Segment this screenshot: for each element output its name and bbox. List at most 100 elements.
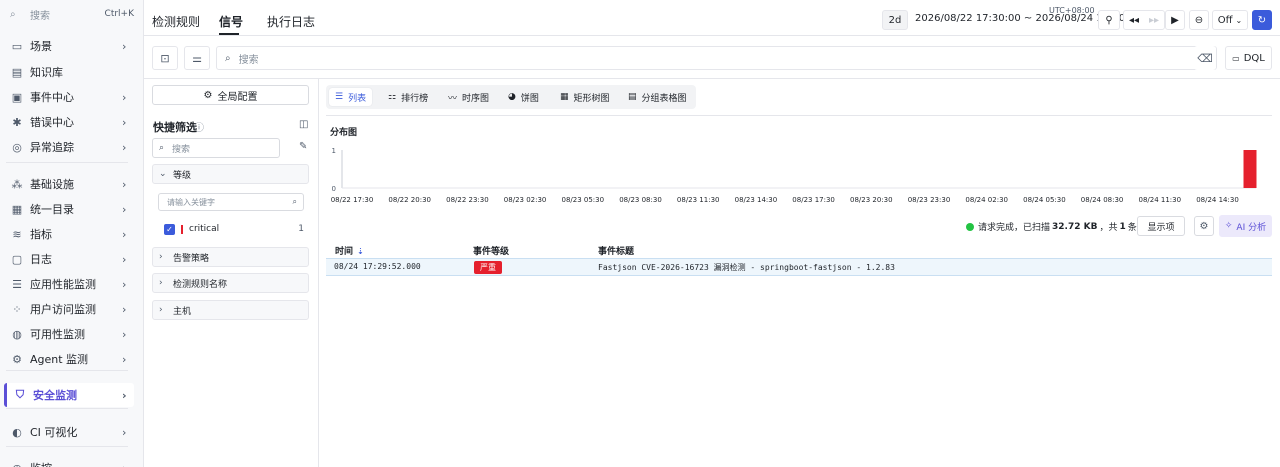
global-config-button[interactable]: ⚙ 全局配置 xyxy=(152,85,309,105)
step-back-icon[interactable]: ◂◂ xyxy=(1129,15,1139,26)
tab-signals[interactable]: 信号 xyxy=(219,13,243,30)
keyword-input[interactable]: 请输入关键字 ⌕ xyxy=(158,193,304,211)
table-row[interactable]: 08/24 17:29:52.000 严重 Fastjson CVE-2026-… xyxy=(326,258,1272,276)
sidebar-item-trace[interactable]: ◎ 异常追踪 › xyxy=(4,135,134,159)
refresh-icon[interactable]: ↻ xyxy=(1252,10,1272,30)
view-tab-list[interactable]: ☰ 列表 xyxy=(329,88,373,106)
refresh-mode-select[interactable]: Off ⌄ xyxy=(1212,10,1248,30)
dql-button[interactable]: ▭ DQL xyxy=(1225,46,1272,70)
sidebar-item-log[interactable]: ▢ 日志 › xyxy=(4,247,134,271)
column-header-time-label: 时间 xyxy=(335,247,354,257)
facet-host[interactable]: › 主机 xyxy=(152,300,309,320)
facet-level[interactable]: ⌄ 等级 xyxy=(152,164,309,184)
sort-desc-icon[interactable]: ⇣ xyxy=(357,247,364,256)
x-tick-label: 08/23 23:30 xyxy=(908,196,951,204)
collapse-panel-icon[interactable]: ◫ xyxy=(299,119,308,130)
sidebar-item-agent[interactable]: ⚙ Agent 监测 › xyxy=(4,347,134,371)
quick-range-button[interactable]: 2d xyxy=(882,10,908,30)
quick-filter-search[interactable]: ⌕ 搜索 xyxy=(152,138,280,158)
clear-filter-icon[interactable]: ⌫ xyxy=(1194,46,1216,70)
ai-analysis-button[interactable]: ✧ AI 分析 xyxy=(1219,215,1272,237)
chevron-right-icon: › xyxy=(122,425,127,439)
sidebar-item-label: 场景 xyxy=(30,40,52,53)
facet-rule-name[interactable]: › 检测规则名称 xyxy=(152,273,309,293)
column-header-level[interactable]: 事件等级 xyxy=(473,244,509,257)
sidebar-item-apm[interactable]: ☰ 应用性能监测 › xyxy=(4,272,134,296)
edit-icon[interactable]: ✎ xyxy=(299,141,307,152)
sidebar-item-rum[interactable]: ⁘ 用户访问监测 › xyxy=(4,297,134,321)
sidebar-item-event[interactable]: ▣ 事件中心 › xyxy=(4,85,134,109)
ci-icon: ◐ xyxy=(12,425,22,439)
chevron-right-icon: › xyxy=(159,252,163,262)
facet-alert-policy[interactable]: › 告警策略 xyxy=(152,247,309,267)
sidebar-item-label: 安全监测 xyxy=(33,389,77,402)
zoom-out-icon[interactable]: ⊖ xyxy=(1189,10,1209,30)
column-header-title[interactable]: 事件标题 xyxy=(598,244,634,257)
global-search[interactable]: ⌕ 搜索 Ctrl+K xyxy=(6,4,134,24)
sidebar-item-label: 监控 xyxy=(30,460,122,467)
sidebar-item-catalog[interactable]: ▦ 统一目录 › xyxy=(4,197,134,221)
search-icon: ⌕ xyxy=(159,143,165,153)
sidebar-item-monitor[interactable]: ◷ 监控› xyxy=(4,456,134,467)
view-tab-ranking[interactable]: ⚏ 排行榜 xyxy=(388,88,428,106)
view-tab-timeseries[interactable]: 〰时序图 xyxy=(448,88,489,106)
x-tick-label: 08/24 05:30 xyxy=(1023,196,1066,204)
severity-badge: 严重 xyxy=(474,261,502,274)
chevron-down-icon: ⌄ xyxy=(1235,15,1243,25)
view-tab-group-table-label: 分组表格图 xyxy=(641,93,687,104)
infra-icon: ⁂ xyxy=(11,177,23,191)
trace-icon: ◎ xyxy=(12,140,22,154)
sidebar-item-scene[interactable]: ▭ 场景 › xyxy=(4,34,134,58)
view-tab-pie-label: 饼图 xyxy=(520,93,539,104)
view-tab-treemap[interactable]: ▦ 矩形树图 xyxy=(560,88,610,106)
sidebar-item-infra[interactable]: ⁂ 基础设施 › xyxy=(4,172,134,196)
critical-color-marker xyxy=(181,224,183,234)
sidebar-item-book[interactable]: ▤ 知识库 xyxy=(4,60,134,84)
sidebar-item-label: 指标 xyxy=(30,228,52,241)
column-header-time[interactable]: 时间 ⇣ xyxy=(335,244,364,257)
global-search-label: 搜索 xyxy=(30,10,50,22)
sidebar-item-label: 应用性能监测 xyxy=(30,278,96,291)
chevron-right-icon: › xyxy=(122,327,127,341)
treemap-icon: ▦ xyxy=(560,92,569,102)
view-tab-timeseries-label: 时序图 xyxy=(462,93,490,104)
tab-execution-log[interactable]: 执行日志 xyxy=(267,13,315,30)
time-step-buttons[interactable]: ◂◂ ▸▸ xyxy=(1123,10,1165,30)
monitor-icon: ◷ xyxy=(10,462,24,467)
search-input[interactable]: ⌕ 搜索 ✧ xyxy=(216,46,1217,70)
x-tick-label: 08/22 17:30 xyxy=(331,196,374,204)
config-icon: ⚙ xyxy=(203,89,213,101)
book-icon: ▤ xyxy=(11,65,23,79)
critical-label: critical xyxy=(189,224,220,234)
sidebar-item-ci[interactable]: ◐ CI 可视化 › xyxy=(4,420,134,444)
apm-icon: ☰ xyxy=(12,277,22,291)
facet-option-critical[interactable]: ✓ critical 1 xyxy=(164,222,304,236)
tab-detection-rules[interactable]: 检测规则 xyxy=(152,13,200,30)
view-tab-group-table[interactable]: ▤ 分组表格图 xyxy=(628,88,687,106)
gear-icon[interactable]: ⚙ xyxy=(1194,216,1214,236)
step-forward-icon[interactable]: ▸▸ xyxy=(1149,15,1159,26)
chevron-right-icon: › xyxy=(122,115,127,129)
view-tab-list-label: 列表 xyxy=(348,93,367,104)
x-tick-label: 08/24 08:30 xyxy=(1081,196,1124,204)
divider xyxy=(144,78,1280,79)
save-view-icon[interactable]: ⊡ xyxy=(152,46,178,70)
chevron-right-icon: › xyxy=(122,202,127,216)
sidebar-item-label: 知识库 xyxy=(30,66,63,79)
pin-icon[interactable]: ⚲ xyxy=(1098,10,1120,30)
x-tick-label: 08/23 08:30 xyxy=(619,196,662,204)
info-icon[interactable]: ⓘ xyxy=(194,119,204,134)
play-icon[interactable]: ▶ xyxy=(1165,10,1185,30)
view-tab-pie[interactable]: ◕ 饼图 xyxy=(508,88,539,106)
global-config-label: 全局配置 xyxy=(217,91,258,103)
sidebar-item-metric[interactable]: ≋ 指标 › xyxy=(4,222,134,246)
filter-settings-icon[interactable]: ⚌ xyxy=(184,46,210,70)
row-title: Fastjson CVE-2026-16723 漏洞检测 - springboo… xyxy=(598,263,895,272)
view-tab-treemap-label: 矩形树图 xyxy=(573,93,610,104)
sidebar-item-shield[interactable]: ⛉ 安全监测 › xyxy=(4,383,134,407)
checkbox-checked-icon[interactable]: ✓ xyxy=(164,223,175,235)
sidebar-item-label: 事件中心 xyxy=(30,91,74,104)
display-columns-button[interactable]: 显示项 xyxy=(1137,216,1185,236)
sidebar-item-bug[interactable]: ✱ 错误中心 › xyxy=(4,110,134,134)
sidebar-item-availability[interactable]: ◍ 可用性监测 › xyxy=(4,322,134,346)
